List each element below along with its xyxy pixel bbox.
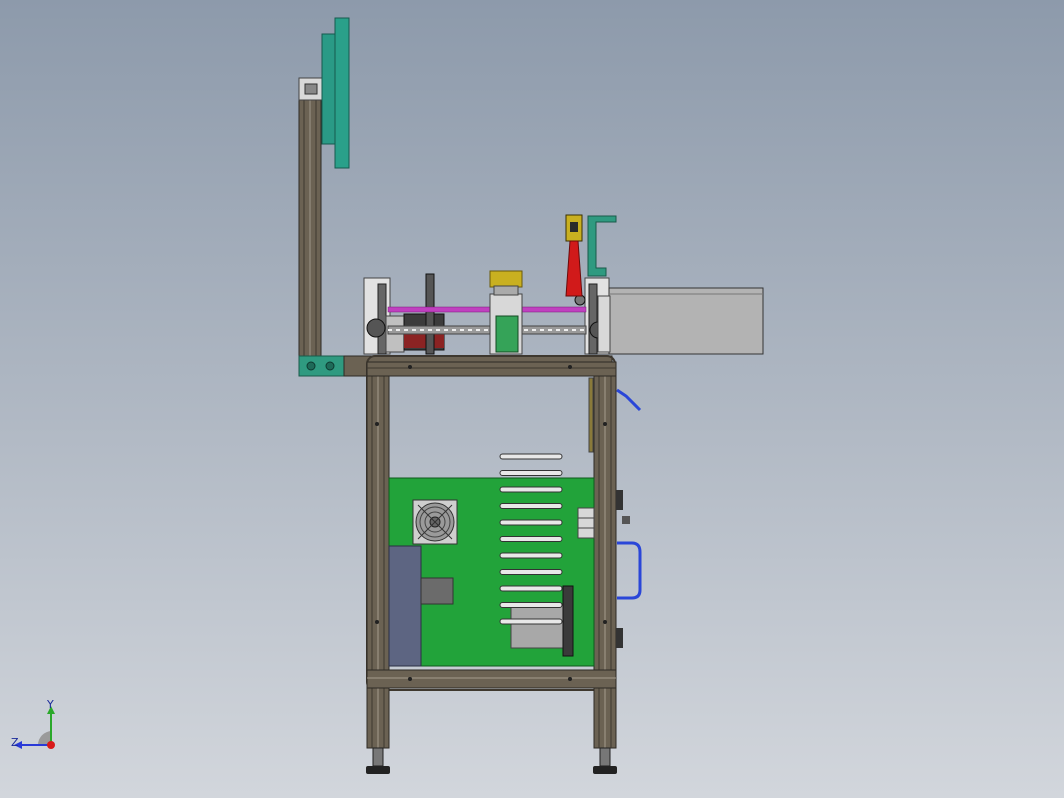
axis-y-label: Y	[47, 698, 54, 711]
vent-slot	[499, 536, 563, 542]
leveling-feet	[366, 747, 617, 774]
vent-slot	[499, 569, 563, 575]
vent-slot	[499, 585, 563, 592]
vent-slot	[499, 618, 563, 625]
cooling-fan	[412, 499, 458, 545]
vent-slot	[499, 486, 563, 493]
monitor-arm-profile	[298, 77, 324, 363]
vent-slot	[499, 602, 563, 608]
vent-slot	[499, 503, 563, 509]
coordinate-triad: Z Y	[8, 698, 78, 760]
assembly-model[interactable]	[0, 0, 1064, 798]
vent-slot	[499, 552, 563, 559]
axis-z-label: Z	[11, 736, 19, 749]
monitor-screen	[321, 17, 350, 169]
output-chute	[597, 287, 764, 355]
vent-slot	[499, 519, 563, 526]
triad-axes	[14, 706, 55, 749]
cad-viewport[interactable]: Z Y	[0, 0, 1064, 798]
side-controls	[616, 490, 630, 648]
vent-slot	[499, 470, 563, 476]
vent-slot	[499, 453, 563, 460]
